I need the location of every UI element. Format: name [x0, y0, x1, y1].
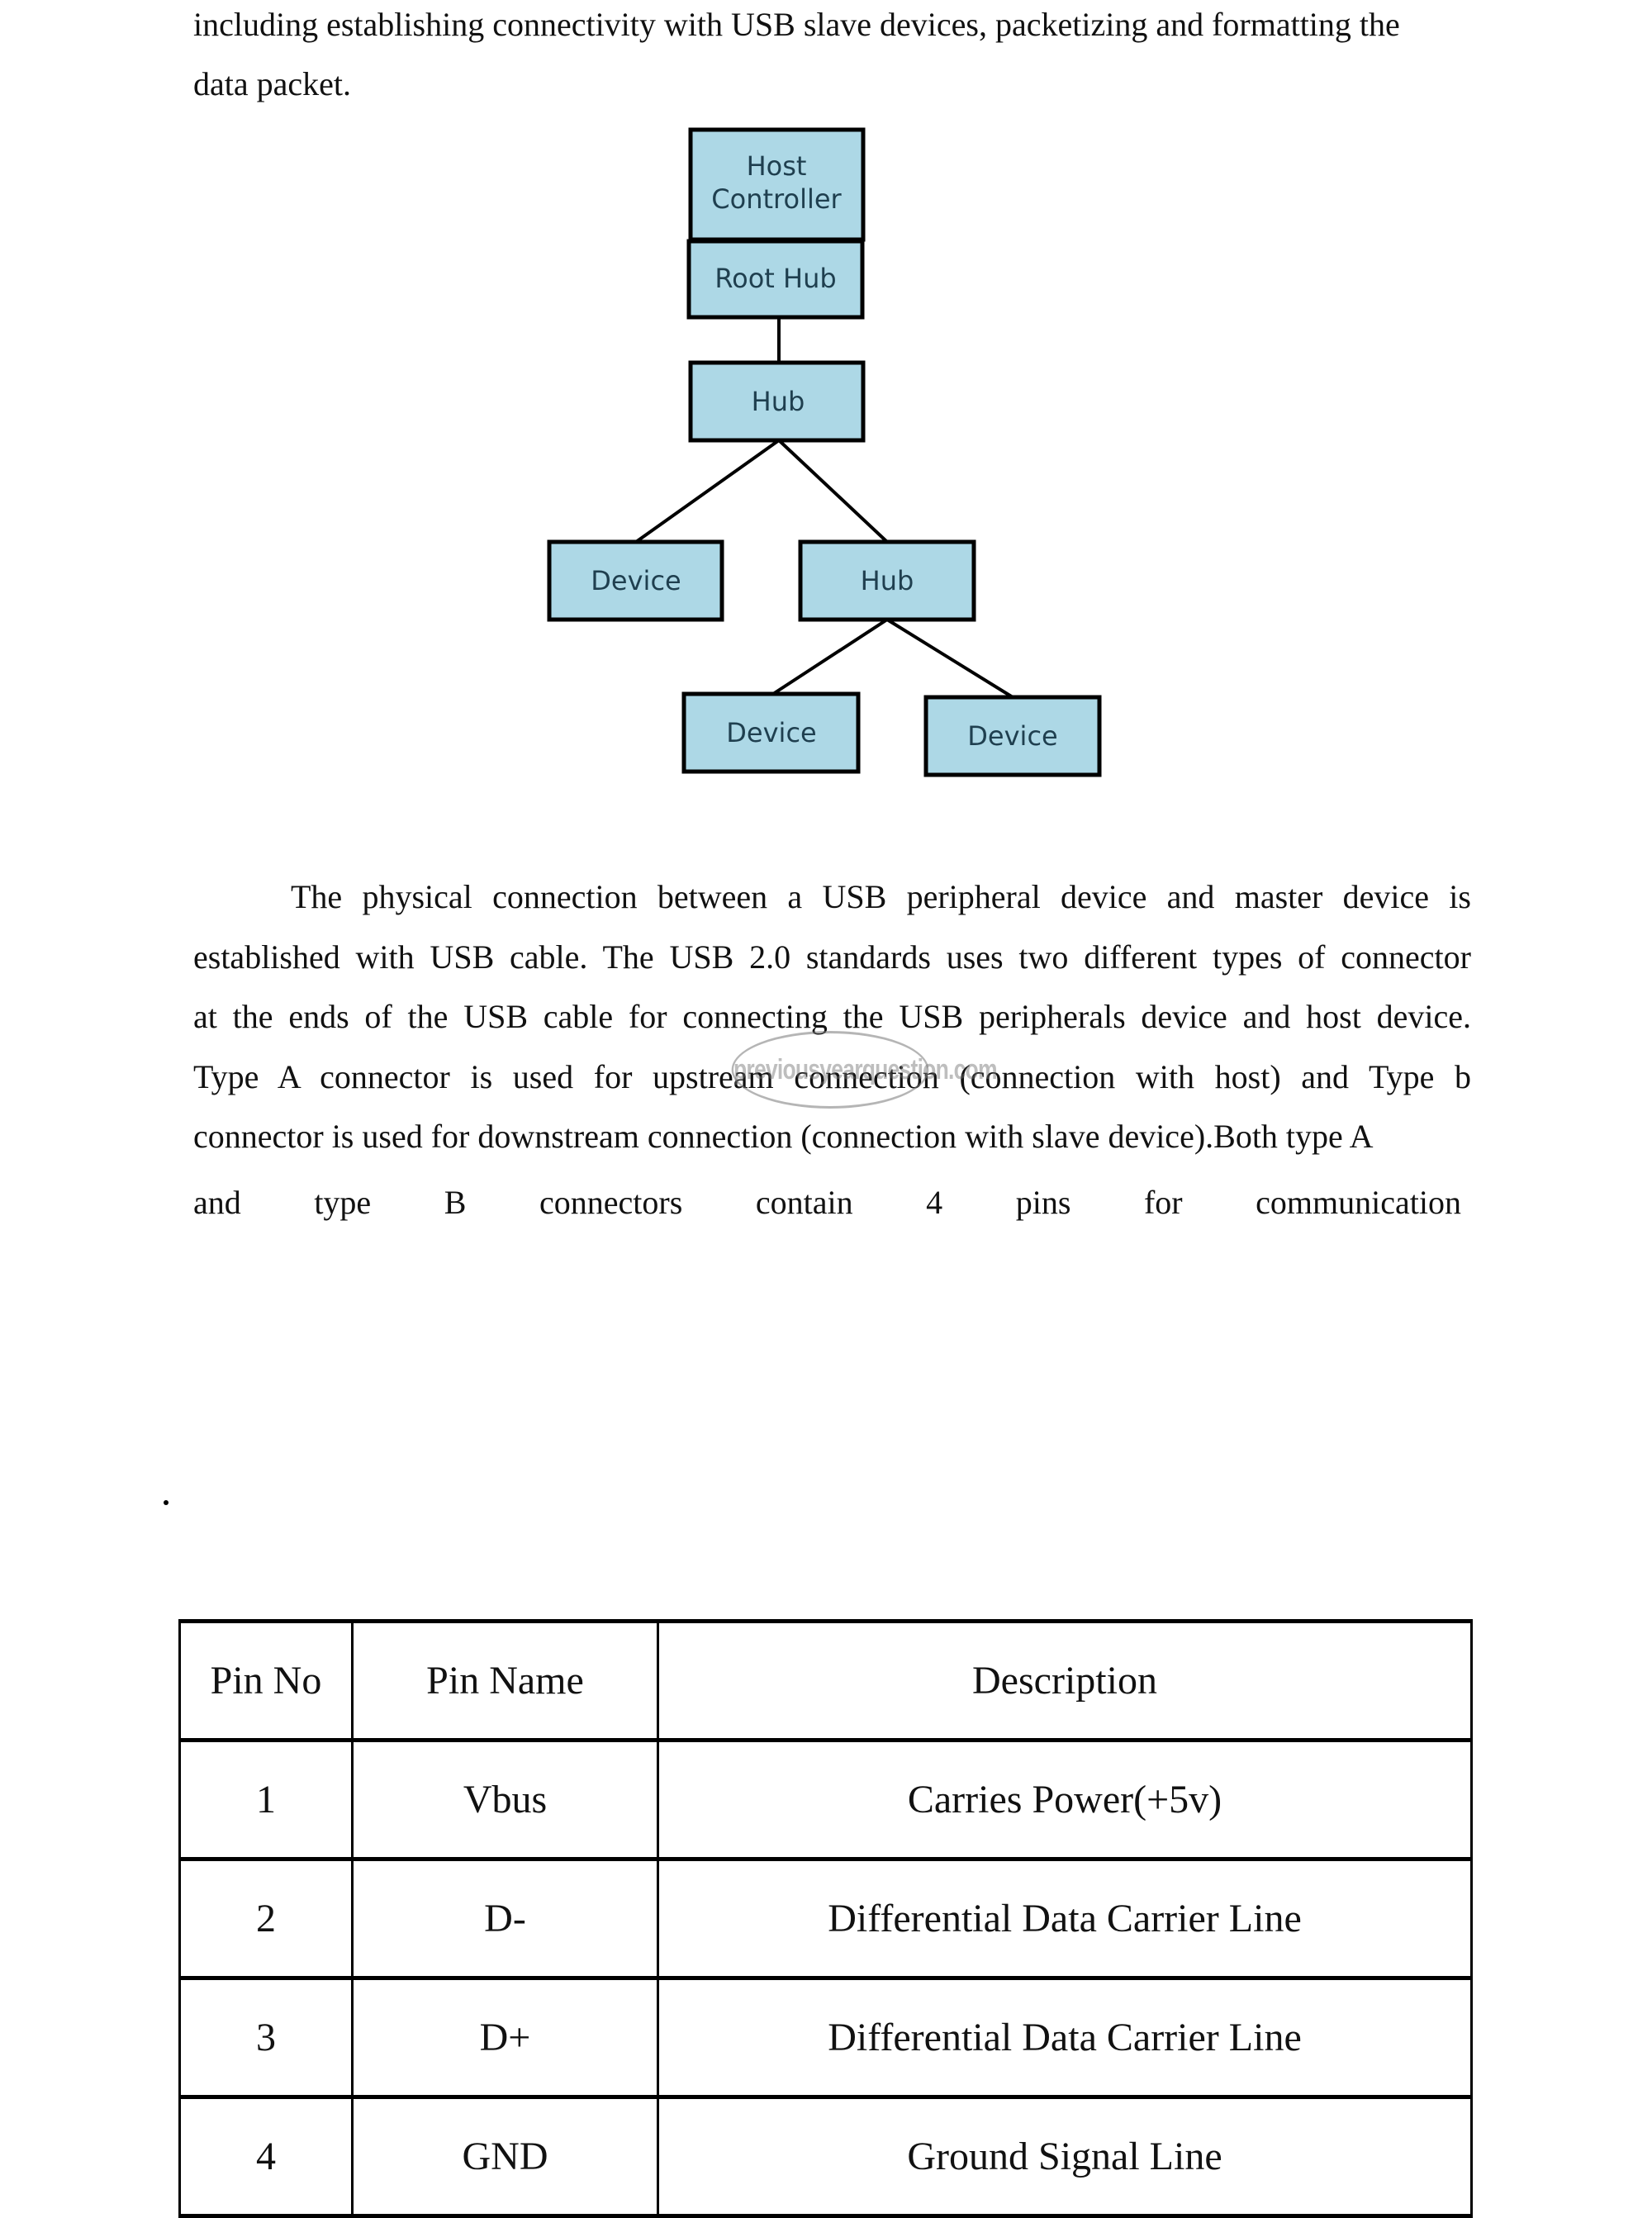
usb-topology-diagram: Host Controller Root Hub Hub Device Hub …	[547, 127, 1102, 777]
node-device-bottom-left: Device	[681, 691, 861, 774]
table-row: 4 GND Ground Signal Line	[178, 2096, 1473, 2217]
stray-dot	[164, 1500, 169, 1505]
cell-pin-name: D+	[351, 1977, 659, 2098]
table-row: 1 Vbus Carries Power(+5v)	[178, 1739, 1473, 1860]
node-host-controller: Host Controller	[688, 127, 866, 242]
pin-table: Pin No Pin Name Description 1 Vbus Carri…	[178, 1619, 1473, 2218]
cell-description: Differential Data Carrier Line	[657, 1977, 1473, 2098]
edge-hub-hub2	[777, 439, 889, 544]
node-device-bottom-right: Device	[923, 695, 1102, 777]
edge-hub2-device2	[771, 618, 889, 696]
header-pin-no: Pin No	[178, 1620, 354, 1741]
paragraph-line-2: established with USB cable. The USB 2.0 …	[193, 938, 1471, 976]
node-host-controller-label-2: Controller	[711, 183, 842, 215]
table-row: 3 D+ Differential Data Carrier Line	[178, 1977, 1473, 2098]
node-device-bottom-left-label: Device	[726, 717, 816, 748]
cell-pin-no: 1	[178, 1739, 354, 1860]
cell-description: Ground Signal Line	[657, 2096, 1473, 2217]
node-device-bottom-right-label: Device	[967, 720, 1057, 752]
cell-pin-no: 3	[178, 1977, 354, 2098]
cell-pin-name: D-	[351, 1858, 659, 1979]
edge-hub2-device3	[885, 618, 1014, 699]
node-hub-label: Hub	[752, 386, 805, 417]
cell-pin-name: Vbus	[351, 1739, 659, 1860]
header-description: Description	[657, 1620, 1473, 1741]
table-row: 2 D- Differential Data Carrier Line	[178, 1858, 1473, 1979]
node-hub: Hub	[688, 360, 866, 443]
paragraph-line-6: and type B connectors contain 4 pins for…	[193, 1184, 1461, 1221]
node-hub-2: Hub	[798, 539, 976, 622]
cell-description: Carries Power(+5v)	[657, 1739, 1473, 1860]
node-device-left-label: Device	[591, 565, 681, 596]
table-header-row: Pin No Pin Name Description	[178, 1620, 1473, 1741]
node-root-hub-label: Root Hub	[714, 263, 836, 294]
edge-hub-device	[634, 439, 781, 544]
node-host-controller-label-1: Host	[747, 150, 807, 182]
paragraph-line-5: connector is used for downstream connect…	[193, 1118, 1374, 1155]
paragraph-line-1: The physical connection between a USB pe…	[291, 878, 1471, 915]
watermark: previousyearquestion.com	[731, 1031, 998, 1109]
cell-pin-name: GND	[351, 2096, 659, 2217]
node-device-left: Device	[547, 539, 724, 622]
header-pin-name: Pin Name	[351, 1620, 659, 1741]
cell-pin-no: 2	[178, 1858, 354, 1979]
node-root-hub: Root Hub	[686, 239, 865, 320]
cell-description: Differential Data Carrier Line	[657, 1858, 1473, 1979]
cell-pin-no: 4	[178, 2096, 354, 2217]
node-hub-2-label: Hub	[861, 565, 914, 596]
